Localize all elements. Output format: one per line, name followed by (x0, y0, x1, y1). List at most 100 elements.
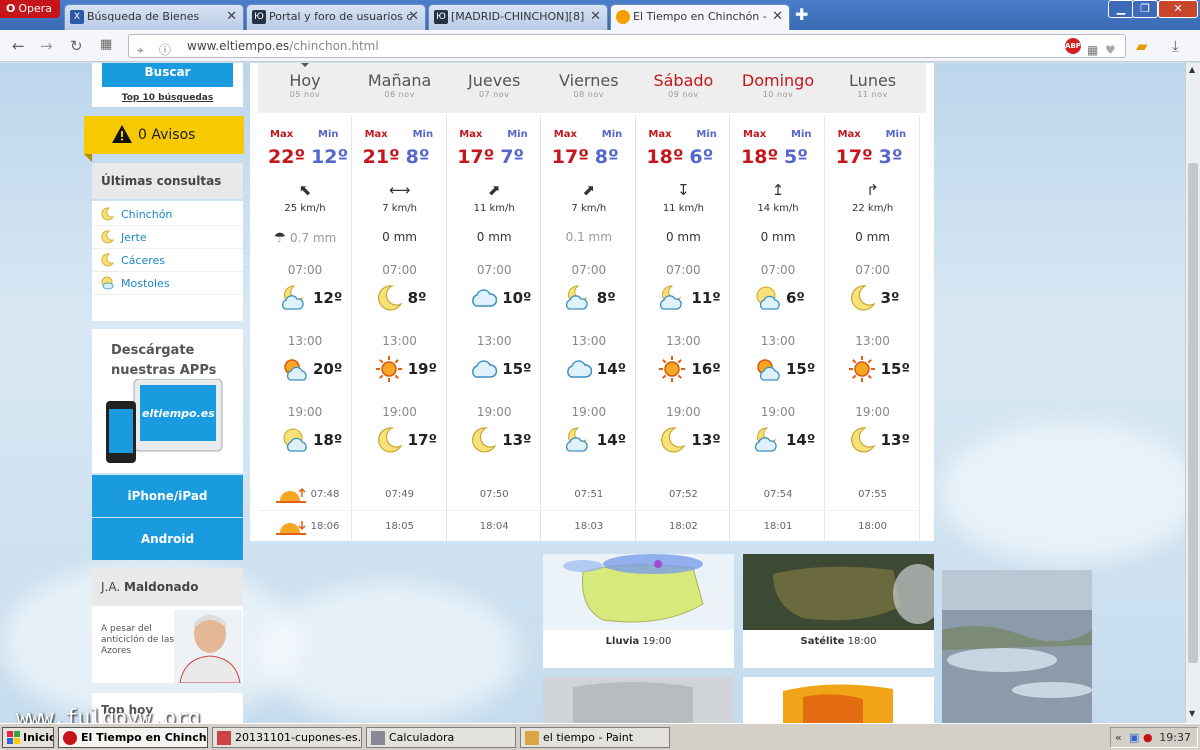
sunset-time: 18:03 (574, 521, 604, 532)
day-header[interactable]: Jueves 07 nov (447, 63, 541, 113)
speed-dial-icon[interactable]: ▦ (100, 37, 112, 52)
taskbar-item-eltiempo[interactable]: El Tiempo en Chinchó... (58, 727, 208, 748)
url-field[interactable]: ⌖ ⓘ www.eltiempo.es/chinchon.html ABP ▦ … (128, 34, 1126, 58)
tab-eltiempo[interactable]: El Tiempo en Chinchón - ✕ (610, 4, 790, 30)
max-label: Max (459, 129, 483, 140)
day-header[interactable]: Sábado 09 nov (636, 63, 730, 113)
precipitation: 0 mm (760, 230, 796, 244)
hour-label: 13:00 (382, 334, 417, 348)
temperature-map-image (743, 677, 934, 723)
tray-expand-icon[interactable]: « (1115, 728, 1122, 747)
hour-label: 13:00 (287, 334, 323, 348)
android-button[interactable]: Android (92, 518, 243, 560)
top10-link[interactable]: Top 10 búsquedas (92, 93, 243, 103)
precipitation: 0.1 mm (565, 230, 612, 244)
reload-icon[interactable]: ↻ (70, 37, 83, 55)
page-scrollbar[interactable]: ▲ ▼ (1185, 63, 1200, 723)
tab-label: El Tiempo en Chinchón - (633, 10, 767, 23)
folder-icon[interactable]: ▰ (1136, 37, 1148, 55)
opera-logo-icon: O (6, 2, 16, 15)
network-icon[interactable]: ▣ (1129, 728, 1139, 747)
author-box[interactable]: J.A. Maldonado A pesar del anticiclón de… (92, 568, 243, 683)
forward-icon[interactable]: → (40, 37, 53, 55)
taskbar-item-cupones[interactable]: 20131101-cupones-es.p... (212, 727, 362, 748)
day-header[interactable]: Hoy 05 nov (258, 63, 352, 113)
recent-label: Mostoles (121, 277, 170, 290)
adblock-icon[interactable]: ABP (1065, 38, 1081, 54)
rain-map[interactable]: Lluvia 19:00 (543, 554, 734, 668)
close-icon[interactable]: ✕ (772, 5, 783, 29)
wind-speed: 11 km/h (662, 203, 704, 214)
day-column: Max Min 17º 8º ⬈ 7 km/h 0.1 mm 07:00 8º 13:00 14º 1… (541, 115, 636, 541)
scroll-up-icon[interactable]: ▲ (1189, 65, 1195, 74)
url-host: www.eltiempo.es (187, 39, 290, 53)
recent-title: Últimas consultas (92, 163, 243, 199)
cloud-moon-icon (283, 428, 307, 452)
url-path: /chinchon.html (289, 39, 379, 53)
day-column: Max Min 17º 7º ⬈ 11 km/h 0 mm 07:00 10º 13:00 15º 1… (447, 115, 542, 541)
satellite-map-image (743, 554, 934, 630)
start-label: Inicio (23, 731, 54, 744)
day-header[interactable]: Lunes 11 nov (826, 63, 920, 113)
close-window-button[interactable]: ✕ (1158, 0, 1198, 18)
taskbar-label: el tiempo - Paint (543, 731, 634, 744)
search-button[interactable]: Buscar (102, 63, 233, 87)
maximize-button[interactable]: ❐ (1132, 0, 1158, 18)
recent-item[interactable]: Mostoles (92, 272, 243, 295)
background-cloud (940, 423, 1185, 563)
day-date: 10 nov (762, 90, 794, 99)
satellite-map-label: Satélite 18:00 (743, 636, 934, 647)
min-label: Min (318, 129, 339, 140)
max-temp: 18º (646, 146, 684, 168)
map-thumbnail[interactable] (743, 677, 934, 723)
hour-temp: 15º (502, 360, 532, 378)
grid-icon[interactable]: ▦ (1087, 39, 1098, 61)
hour-temp: 3º (880, 289, 900, 307)
min-label: Min (412, 129, 434, 140)
satellite-map[interactable]: Satélite 18:00 (743, 554, 934, 668)
sunrise-time: 07:48 (310, 489, 340, 500)
sunset-time: 18:00 (858, 521, 887, 532)
minimize-button[interactable]: ▁ (1108, 0, 1134, 18)
tab-portal[interactable]: Ю Portal y foro de usuarios c ✕ (246, 4, 426, 30)
day-date: 11 nov (857, 90, 888, 99)
scroll-down-icon[interactable]: ▼ (1189, 709, 1195, 718)
recent-item[interactable]: Chinchón (92, 203, 243, 226)
close-icon[interactable]: ✕ (226, 5, 237, 29)
sunset-time: 18:01 (763, 521, 793, 532)
sun-icon (616, 10, 630, 24)
tab-busqueda[interactable]: X Búsqueda de Bienes ✕ (64, 4, 244, 30)
sunrise: 07:54 (731, 479, 825, 510)
heart-icon[interactable]: ♥ (1105, 39, 1116, 61)
close-icon[interactable]: ✕ (408, 5, 419, 29)
map-thumbnail[interactable] (543, 677, 734, 723)
taskbar-item-calculadora[interactable]: Calculadora (366, 727, 516, 748)
download-icon[interactable]: ⤓ (1172, 37, 1179, 55)
sunset: 18:02 (636, 510, 731, 541)
taskbar-item-paint[interactable]: el tiempo - Paint (520, 727, 670, 748)
author-text: A pesar del anticiclón de las Azores (101, 624, 175, 656)
new-tab-icon[interactable]: ✚ (795, 6, 808, 24)
sunset: 18:06 (258, 510, 352, 541)
recent-list: Chinchón Jerte Cáceres Mostoles (92, 201, 243, 321)
partly-night-icon (754, 427, 777, 452)
back-icon[interactable]: ← (12, 37, 25, 55)
forum-icon: Ю (434, 10, 448, 24)
close-icon[interactable]: ✕ (590, 5, 601, 29)
day-header[interactable]: Mañana 06 nov (353, 63, 447, 113)
day-header[interactable]: Domingo 10 nov (731, 63, 825, 113)
scroll-thumb[interactable] (1188, 163, 1198, 663)
recent-item[interactable]: Cáceres (92, 249, 243, 272)
info-icon: ⓘ (159, 43, 172, 57)
opera-tray-icon[interactable]: ● (1143, 728, 1153, 747)
sunrise: 07:50 (447, 479, 541, 510)
opera-menu-button[interactable]: O Opera (0, 0, 60, 18)
start-button[interactable]: Inicio (2, 727, 54, 748)
recent-item[interactable]: Jerte (92, 226, 243, 249)
iphone-button[interactable]: iPhone/iPad (92, 475, 243, 517)
warnings-banner[interactable]: 0 Avisos (84, 116, 244, 154)
tab-madrid[interactable]: Ю [MADRID-CHINCHON][8] ✕ (428, 4, 608, 30)
hour-temp: 14º (786, 431, 816, 449)
day-header[interactable]: Viernes 08 nov (542, 63, 636, 113)
recent-label: Cáceres (121, 254, 166, 267)
